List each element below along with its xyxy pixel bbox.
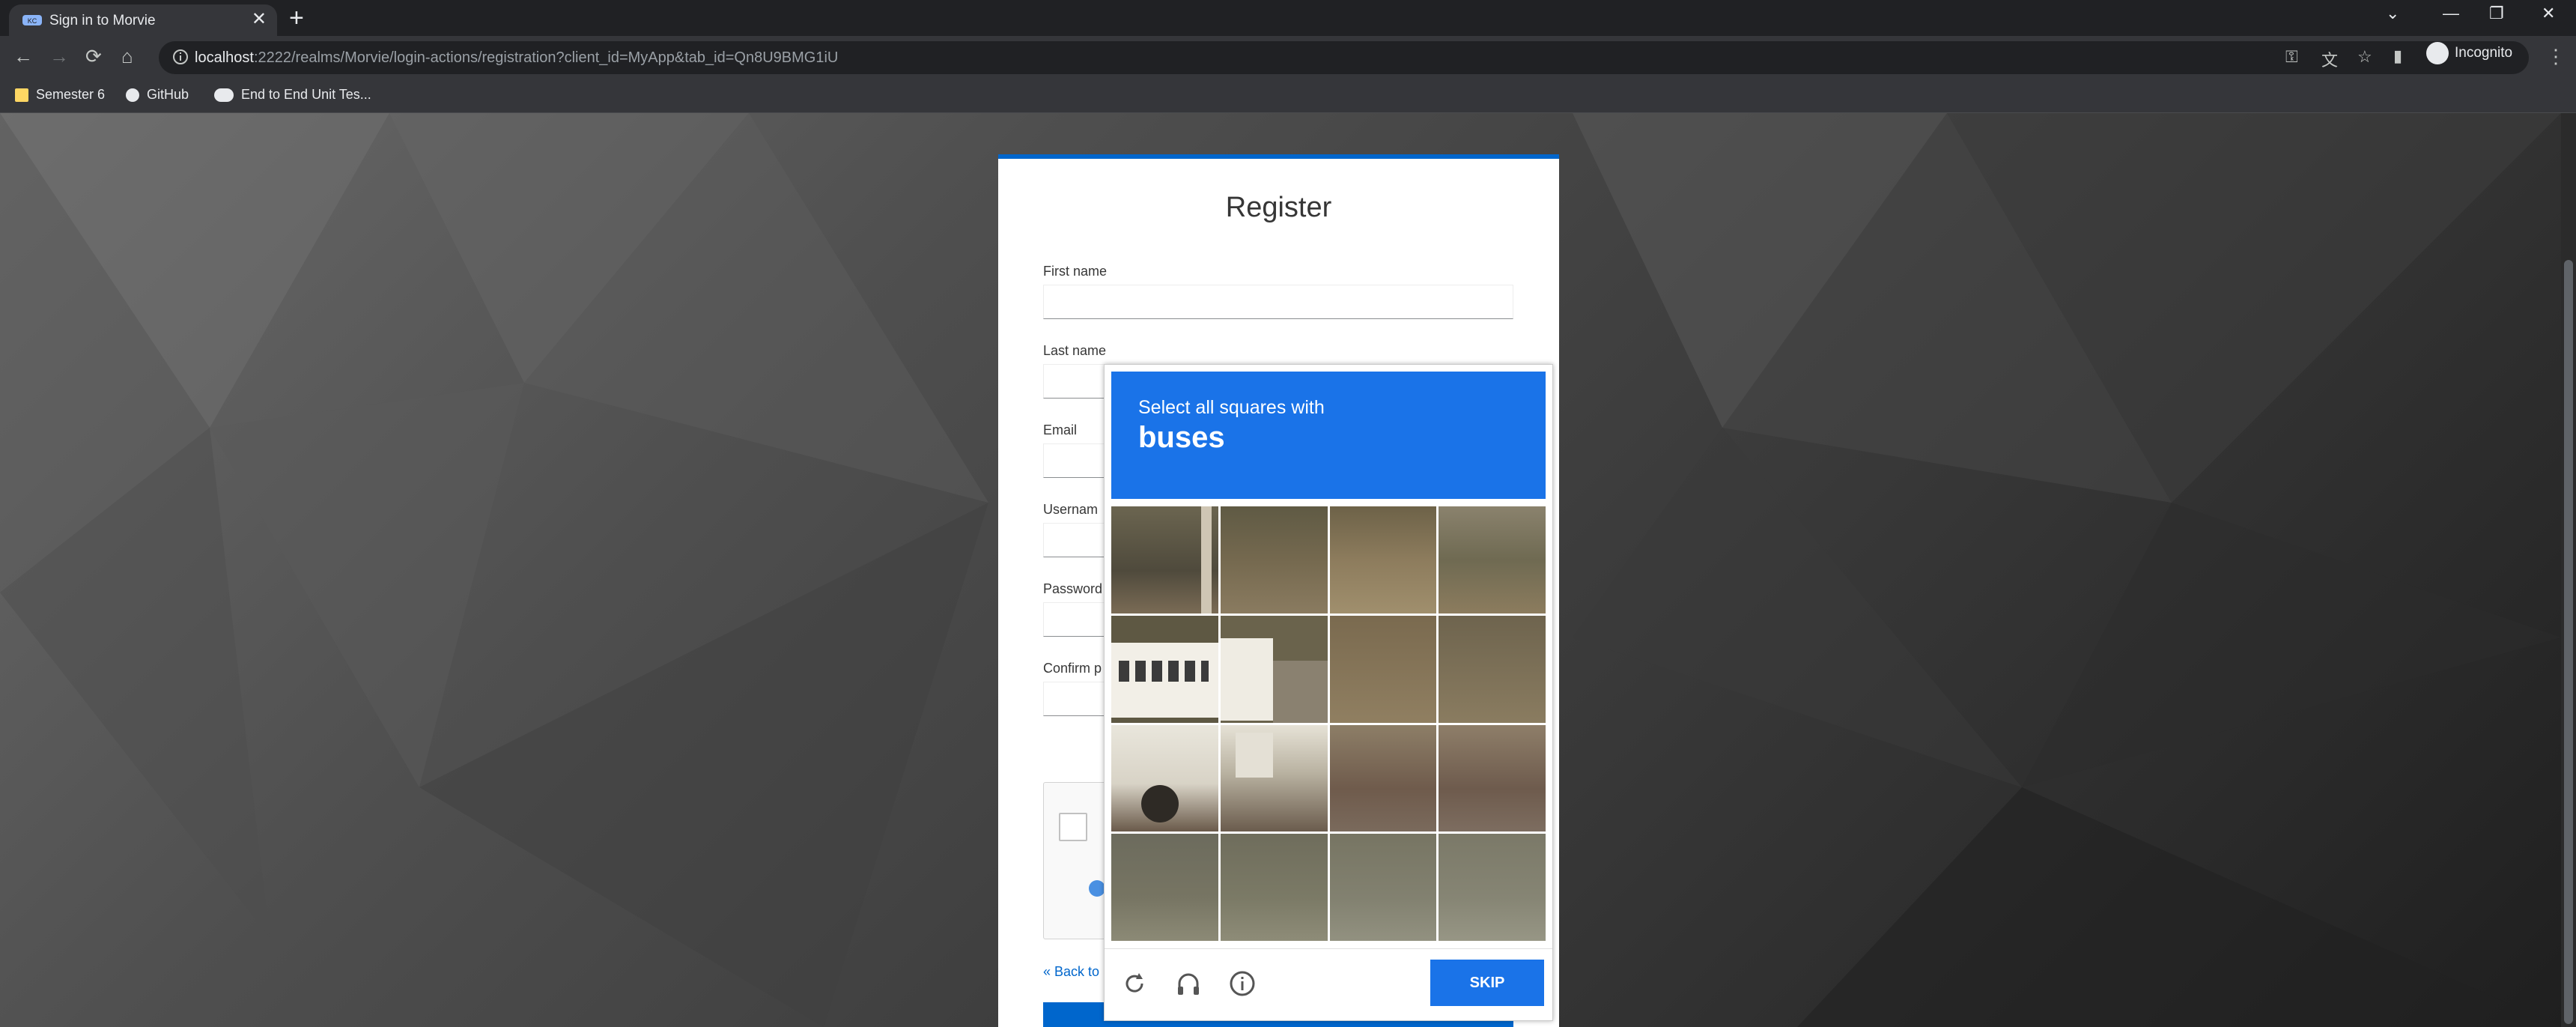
page-background: Register First name Last name Email User… (0, 113, 2561, 1027)
site-info-icon[interactable] (172, 49, 189, 65)
page-scrollbar[interactable] (2561, 113, 2576, 1027)
captcha-tile[interactable] (1329, 615, 1437, 723)
home-icon[interactable]: ⌂ (121, 45, 133, 67)
captcha-tile[interactable] (1111, 615, 1218, 723)
tab-strip: KC Sign in to Morvie ✕ + ⌄ — ❐ ✕ (0, 0, 2576, 36)
last-name-label: Last name (1043, 343, 1107, 358)
incognito-icon (2426, 42, 2449, 64)
bookmark-github[interactable]: GitHub (126, 87, 189, 103)
incognito-label: Incognito (2455, 45, 2513, 61)
address-bar[interactable]: localhost:2222/realms/Morvie/login-actio… (159, 41, 2529, 74)
site-favicon-icon: KC (22, 15, 42, 25)
browser-tab[interactable]: KC Sign in to Morvie ✕ (9, 4, 277, 36)
side-panel-icon[interactable]: ▮ (2393, 45, 2402, 67)
captcha-tile[interactable] (1439, 834, 1546, 941)
reload-icon[interactable]: ⟳ (85, 45, 102, 67)
password-label: Password (1043, 581, 1103, 596)
back-icon[interactable]: ← (13, 45, 33, 67)
recaptcha-logo-icon (1089, 880, 1105, 897)
confirm-password-label: Confirm p (1043, 661, 1102, 676)
close-tab-icon[interactable]: ✕ (252, 10, 267, 28)
recaptcha-checkbox[interactable] (1059, 813, 1087, 841)
captcha-target: buses (1138, 421, 1225, 454)
email-label: Email (1043, 422, 1078, 437)
bookmark-semester-6[interactable]: Semester 6 (15, 87, 105, 103)
tab-title: Sign in to Morvie (49, 13, 156, 28)
first-name-input[interactable] (1043, 285, 1513, 319)
audio-icon[interactable] (1173, 969, 1203, 999)
info-icon[interactable] (1227, 969, 1257, 999)
new-tab-icon[interactable]: + (289, 4, 304, 31)
github-icon (126, 88, 139, 102)
captcha-challenge-popup: Select all squares with buses SKIP (1104, 364, 1553, 1021)
medium-icon (214, 88, 234, 102)
svg-text:KC: KC (28, 17, 37, 25)
captcha-tile[interactable] (1329, 834, 1437, 941)
captcha-tile[interactable] (1111, 834, 1218, 941)
back-to-login-link[interactable]: « Back to (1043, 964, 1099, 980)
username-label: Usernam (1043, 502, 1099, 517)
translate-icon[interactable]: 文 (2321, 47, 2338, 71)
captcha-tile[interactable] (1329, 506, 1437, 614)
reload-icon[interactable] (1120, 969, 1149, 999)
close-window-icon[interactable]: ✕ (2542, 4, 2555, 22)
captcha-tile[interactable] (1220, 724, 1328, 832)
captcha-tile[interactable] (1111, 724, 1218, 832)
restore-icon[interactable]: ❐ (2489, 4, 2504, 22)
captcha-tile[interactable] (1220, 834, 1328, 941)
captcha-tile[interactable] (1329, 724, 1437, 832)
first-name-label: First name (1043, 264, 1108, 279)
skip-button[interactable]: SKIP (1430, 960, 1544, 1006)
captcha-header: Select all squares with buses (1111, 372, 1546, 499)
page-title: Register (1225, 192, 1332, 223)
tab-search-icon[interactable]: ⌄ (2386, 4, 2399, 22)
scrollbar-thumb[interactable] (2564, 260, 2573, 1024)
captcha-instruction: Select all squares with (1138, 397, 1325, 418)
forward-icon[interactable]: → (49, 45, 69, 67)
bookmark-star-icon[interactable]: ☆ (2357, 47, 2372, 67)
bookmark-end-to-end[interactable]: End to End Unit Tes... (214, 87, 371, 103)
captcha-tile[interactable] (1220, 506, 1328, 614)
bookmarks-bar: Semester 6 GitHub End to End Unit Tes... (0, 79, 2576, 113)
url-text: localhost:2222/realms/Morvie/login-actio… (195, 49, 839, 66)
incognito-badge[interactable]: Incognito (2426, 42, 2512, 64)
captcha-tile[interactable] (1111, 506, 1218, 614)
captcha-tile[interactable] (1220, 615, 1328, 723)
captcha-tile[interactable] (1439, 615, 1546, 723)
menu-icon[interactable]: ⋮ (2546, 45, 2566, 67)
key-icon[interactable]: ⚿ (2285, 47, 2298, 67)
folder-icon (15, 88, 28, 102)
captcha-image-grid (1111, 506, 1546, 941)
captcha-footer: SKIP (1105, 948, 1552, 1021)
captcha-tile[interactable] (1439, 724, 1546, 832)
captcha-tile[interactable] (1439, 506, 1546, 614)
browser-toolbar: ← → ⟳ ⌂ localhost:2222/realms/Morvie/log… (0, 36, 2576, 79)
minimize-icon[interactable]: — (2443, 4, 2459, 22)
